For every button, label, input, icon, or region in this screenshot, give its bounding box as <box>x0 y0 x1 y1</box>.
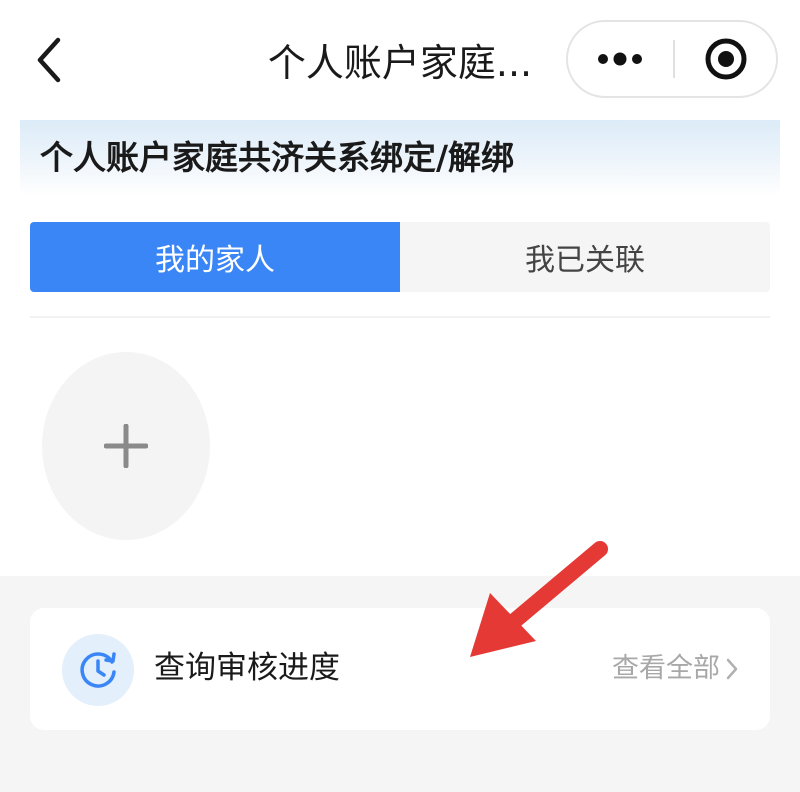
mini-program-capsule <box>566 20 778 98</box>
clock-refresh-icon <box>80 652 116 688</box>
more-dots-icon <box>598 52 642 66</box>
add-family-member-button[interactable] <box>42 352 210 540</box>
more-button[interactable] <box>568 22 672 96</box>
capsule-divider <box>673 40 675 78</box>
review-progress-label: 查询审核进度 <box>154 650 340 686</box>
target-circle-icon <box>705 38 747 80</box>
plus-icon <box>104 424 148 468</box>
nav-title: 个人账户家庭... <box>267 41 533 85</box>
section-title: 个人账户家庭共济关系绑定/解绑 <box>40 138 515 177</box>
clock-icon-badge <box>62 634 134 706</box>
close-miniprogram-button[interactable] <box>676 22 776 96</box>
view-all-label: 查看全部 <box>612 653 720 684</box>
view-all-link[interactable]: 查看全部 <box>612 652 738 686</box>
annotation-arrow-icon <box>470 541 608 657</box>
chevron-right-icon <box>726 658 738 680</box>
divider <box>30 316 770 318</box>
review-progress-card[interactable]: 查询审核进度 查看全部 <box>30 608 770 730</box>
section-banner: 个人账户家庭共济关系绑定/解绑 <box>20 120 780 196</box>
chevron-left-icon <box>37 37 61 83</box>
tab-linked[interactable]: 我已关联 <box>400 222 770 292</box>
tab-my-family[interactable]: 我的家人 <box>30 222 400 292</box>
back-button[interactable] <box>24 32 74 88</box>
nav-bar: 个人账户家庭... <box>0 0 800 118</box>
tab-bar: 我的家人 我已关联 <box>30 222 770 292</box>
